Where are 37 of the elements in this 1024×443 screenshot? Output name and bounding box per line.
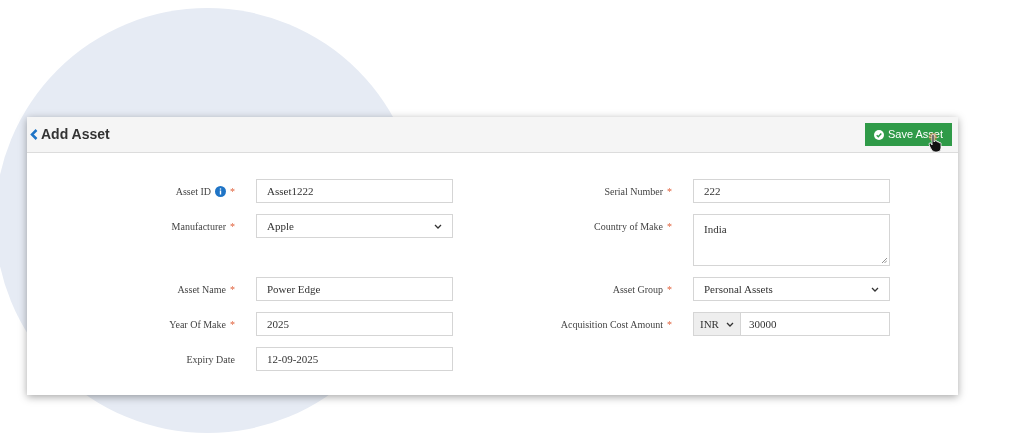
- required-mark: *: [230, 219, 235, 234]
- field-label: Serial Number: [604, 184, 663, 199]
- currency-amount-field[interactable]: INR 30000: [693, 312, 890, 336]
- required-mark: *: [230, 282, 235, 297]
- field-label: Manufacturer: [171, 219, 226, 234]
- required-mark: *: [667, 317, 672, 332]
- text-field[interactable]: Power Edge: [256, 277, 453, 301]
- chevron-down-icon: [434, 223, 442, 229]
- text-field[interactable]: Asset1222: [256, 179, 453, 203]
- text-field[interactable]: 222: [693, 179, 890, 203]
- resize-handle-icon[interactable]: [881, 257, 887, 263]
- required-mark: *: [667, 282, 672, 297]
- text-field[interactable]: 12-09-2025: [256, 347, 453, 371]
- chevron-down-icon: [871, 286, 879, 292]
- chevron-down-icon: [725, 321, 734, 327]
- field-label: Country of Make: [594, 219, 663, 234]
- back-icon[interactable]: [30, 129, 38, 140]
- text-field[interactable]: 2025: [256, 312, 453, 336]
- field-label: Year Of Make: [169, 317, 226, 332]
- field-label: Asset Group: [612, 282, 663, 297]
- text-area[interactable]: India: [693, 214, 890, 266]
- amount-input[interactable]: 30000: [741, 313, 785, 335]
- field-label: Asset ID: [175, 184, 211, 199]
- required-mark: *: [230, 184, 235, 199]
- field-label: Expiry Date: [186, 352, 235, 367]
- save-asset-button[interactable]: Save Asset: [864, 123, 952, 146]
- info-icon[interactable]: [215, 185, 226, 197]
- page-title: Add Asset: [41, 125, 110, 144]
- required-mark: *: [667, 219, 672, 234]
- field-label: Asset Name: [177, 282, 226, 297]
- dropdown-field[interactable]: Apple: [256, 214, 453, 238]
- dropdown-field[interactable]: Personal Assets: [693, 277, 890, 301]
- required-mark: *: [667, 184, 672, 199]
- currency-dropdown[interactable]: INR: [694, 313, 741, 335]
- field-label: Acquisition Cost Amount: [560, 317, 663, 332]
- check-circle-icon: [873, 129, 884, 140]
- required-mark: *: [230, 317, 235, 332]
